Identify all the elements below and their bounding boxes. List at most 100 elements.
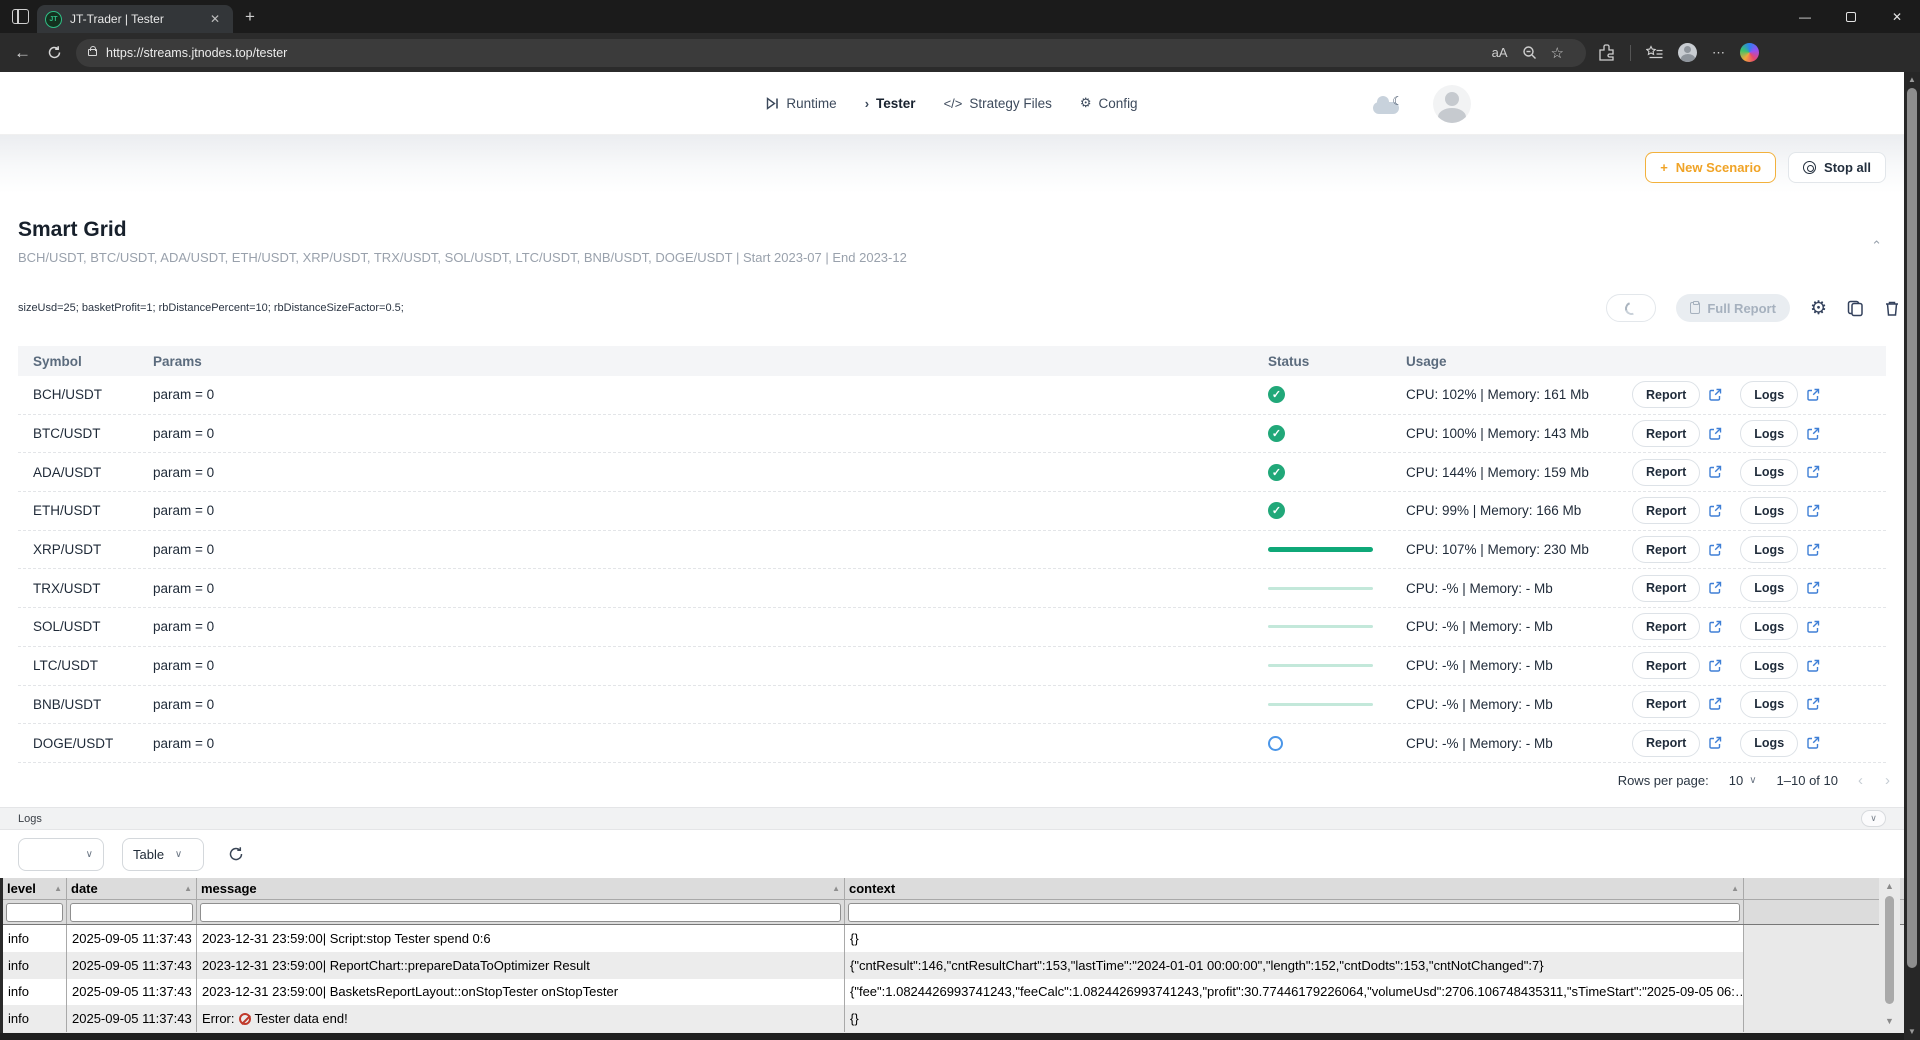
logs-button[interactable]: Logs — [1740, 381, 1798, 408]
window-minimize-button[interactable]: — — [1782, 0, 1828, 33]
next-page-button[interactable]: › — [1885, 772, 1890, 789]
log-header-message[interactable]: message▲ — [197, 878, 845, 899]
report-button[interactable]: Report — [1632, 381, 1700, 408]
nav-item-runtime[interactable]: Runtime — [766, 96, 836, 111]
open-logs-external-icon[interactable] — [1806, 465, 1820, 479]
logs-button[interactable]: Logs — [1740, 459, 1798, 486]
report-button[interactable]: Report — [1632, 613, 1700, 640]
report-button[interactable]: Report — [1632, 652, 1700, 679]
window-close-button[interactable]: ✕ — [1874, 0, 1920, 33]
log-header-level[interactable]: level▲ — [3, 878, 67, 899]
log-scrollbar-thumb[interactable] — [1885, 896, 1894, 1004]
loading-button[interactable] — [1606, 294, 1656, 322]
open-report-external-icon[interactable] — [1708, 659, 1722, 673]
status-pending-circle — [1268, 736, 1283, 751]
logs-collapse-button[interactable]: ∨ — [1861, 810, 1886, 827]
open-report-external-icon[interactable] — [1708, 543, 1722, 557]
report-button[interactable]: Report — [1632, 575, 1700, 602]
browser-menu-icon[interactable]: ⋯ — [1712, 45, 1725, 61]
report-button[interactable]: Report — [1632, 536, 1700, 563]
favorites-star-icon[interactable]: ☆ — [1551, 44, 1564, 62]
open-report-external-icon[interactable] — [1708, 465, 1722, 479]
logs-refresh-button[interactable] — [228, 846, 244, 862]
collections-icon[interactable] — [1646, 44, 1663, 61]
logs-button[interactable]: Logs — [1740, 536, 1798, 563]
open-report-external-icon[interactable] — [1708, 388, 1722, 402]
open-logs-external-icon[interactable] — [1806, 697, 1820, 711]
page-scrollbar[interactable]: ▲ ▼ — [1904, 72, 1920, 1040]
report-button[interactable]: Report — [1632, 459, 1700, 486]
log-table-scrollbar[interactable]: ▲ ▼ — [1879, 878, 1900, 1033]
open-report-external-icon[interactable] — [1708, 427, 1722, 441]
open-report-external-icon[interactable] — [1708, 504, 1722, 518]
delete-button[interactable] — [1884, 300, 1900, 317]
collapse-chevron-icon[interactable]: ⌃ — [1871, 238, 1882, 254]
new-tab-button[interactable]: + — [245, 7, 255, 27]
page-scrollbar-thumb[interactable] — [1907, 88, 1917, 968]
date-filter-input[interactable] — [70, 903, 193, 922]
extensions-icon[interactable] — [1598, 44, 1615, 61]
logs-button[interactable]: Logs — [1740, 575, 1798, 602]
log-filter-select[interactable]: ∨ — [18, 838, 104, 871]
logs-button[interactable]: Logs — [1740, 730, 1798, 757]
user-avatar[interactable] — [1433, 85, 1471, 123]
scroll-up-icon[interactable]: ▲ — [1885, 878, 1894, 894]
report-button[interactable]: Report — [1632, 730, 1700, 757]
reload-button[interactable] — [47, 45, 62, 60]
stop-all-button[interactable]: Stop all — [1788, 152, 1886, 183]
scroll-down-icon[interactable]: ▼ — [1885, 1013, 1894, 1029]
copilot-icon[interactable] — [1740, 43, 1759, 62]
nav-item-strategy-files[interactable]: </> Strategy Files — [944, 96, 1052, 111]
open-logs-external-icon[interactable] — [1806, 736, 1820, 750]
open-report-external-icon[interactable] — [1708, 581, 1722, 595]
prev-page-button[interactable]: ‹ — [1858, 772, 1863, 789]
maximize-icon — [1846, 12, 1856, 22]
open-logs-external-icon[interactable] — [1806, 581, 1820, 595]
nav-item-tester[interactable]: › Tester — [865, 96, 916, 111]
message-filter-input[interactable] — [200, 903, 841, 922]
open-report-external-icon[interactable] — [1708, 620, 1722, 634]
new-scenario-button[interactable]: + New Scenario — [1645, 152, 1776, 183]
report-button[interactable]: Report — [1632, 691, 1700, 718]
open-logs-external-icon[interactable] — [1806, 504, 1820, 518]
log-level-cell: info — [3, 952, 67, 979]
scroll-up-icon[interactable]: ▲ — [1904, 75, 1920, 84]
copy-button[interactable] — [1847, 300, 1864, 317]
context-filter-input[interactable] — [848, 903, 1740, 922]
log-view-select[interactable]: Table ∨ — [122, 838, 204, 871]
report-button[interactable]: Report — [1632, 497, 1700, 524]
zoom-out-icon[interactable] — [1522, 45, 1537, 60]
open-report-external-icon[interactable] — [1708, 736, 1722, 750]
open-report-external-icon[interactable] — [1708, 697, 1722, 711]
logs-button[interactable]: Logs — [1740, 497, 1798, 524]
logs-button[interactable]: Logs — [1740, 420, 1798, 447]
level-filter-input[interactable] — [6, 903, 63, 922]
log-header-context[interactable]: context▲ — [845, 878, 1744, 899]
scroll-down-icon[interactable]: ▼ — [1904, 1027, 1920, 1036]
logs-button[interactable]: Logs — [1740, 691, 1798, 718]
tab-close-icon[interactable]: ✕ — [205, 10, 225, 28]
open-logs-external-icon[interactable] — [1806, 543, 1820, 557]
status-cell — [1268, 703, 1406, 706]
open-logs-external-icon[interactable] — [1806, 620, 1820, 634]
tab-actions-icon[interactable] — [12, 9, 29, 24]
log-header-date[interactable]: date▲ — [67, 878, 197, 899]
translate-icon[interactable]: aA — [1492, 45, 1508, 60]
browser-tab[interactable]: JT JT-Trader | Tester ✕ — [37, 5, 233, 33]
open-logs-external-icon[interactable] — [1806, 388, 1820, 402]
settings-gear-button[interactable]: ⚙ — [1810, 297, 1827, 320]
window-maximize-button[interactable] — [1828, 0, 1874, 33]
open-logs-external-icon[interactable] — [1806, 427, 1820, 441]
full-report-button[interactable]: Full Report — [1676, 294, 1790, 322]
params-cell: param = 0 — [153, 503, 1268, 518]
logs-button[interactable]: Logs — [1740, 652, 1798, 679]
rows-per-page-select[interactable]: 10 ∨ — [1729, 773, 1757, 788]
address-bar[interactable]: https://streams.jtnodes.top/tester aA ☆ — [76, 39, 1586, 67]
nav-item-config[interactable]: ⚙ Config — [1080, 95, 1138, 111]
logs-button[interactable]: Logs — [1740, 613, 1798, 640]
report-button[interactable]: Report — [1632, 420, 1700, 447]
open-logs-external-icon[interactable] — [1806, 659, 1820, 673]
back-button[interactable]: ← — [14, 43, 31, 63]
browser-profile-avatar[interactable] — [1678, 43, 1697, 62]
theme-toggle-icon[interactable]: ☾ — [1373, 94, 1403, 114]
